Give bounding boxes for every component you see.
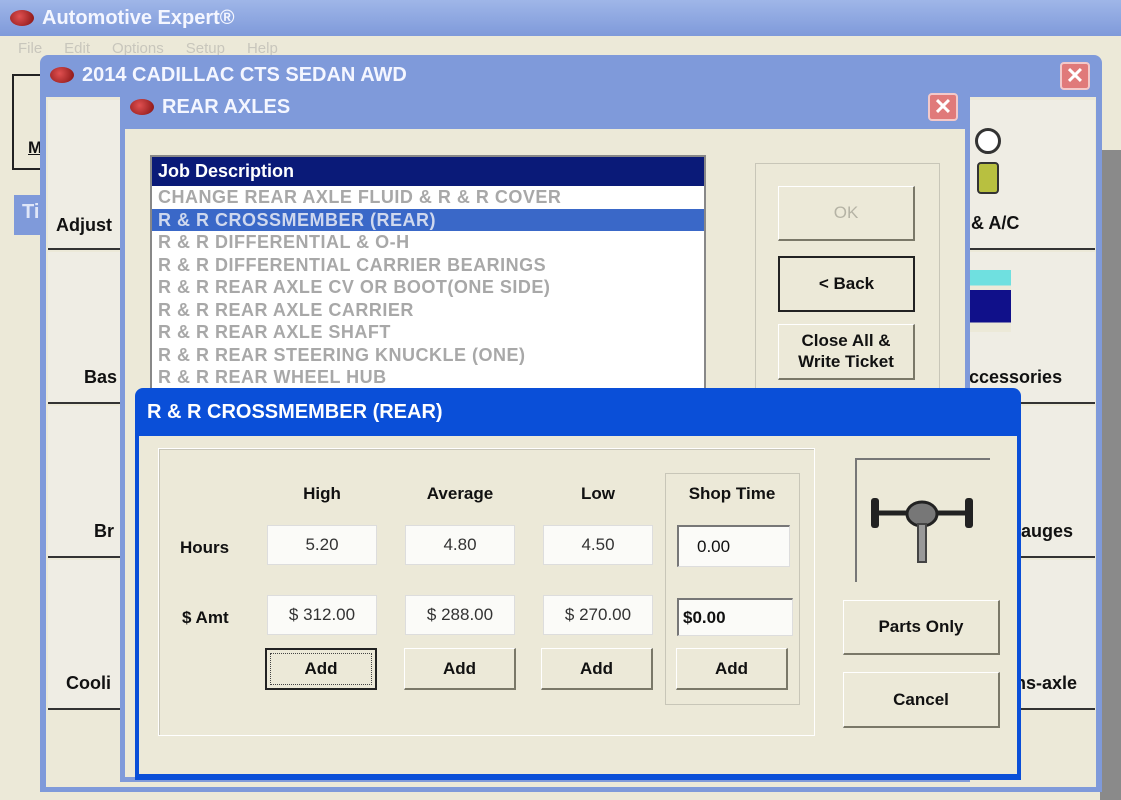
job-item[interactable]: CHANGE REAR AXLE FLUID & R & R COVER — [152, 186, 704, 209]
column-header-low: Low — [581, 484, 615, 503]
accessories-icon — [965, 270, 1011, 332]
app-title: Automotive Expert® — [42, 6, 235, 29]
shop-time-amount-input[interactable]: $0.00 — [677, 598, 793, 636]
menu-file[interactable]: File — [18, 40, 42, 57]
column-header-average: Average — [426, 484, 494, 503]
ok-button[interactable]: OK — [778, 186, 915, 241]
category-label: Adjust — [56, 215, 112, 235]
add-high-button[interactable]: Add — [265, 648, 377, 690]
high-amount-field: $ 312.00 — [267, 595, 377, 635]
category-accessories[interactable]: ccessories — [965, 252, 1095, 404]
gauge-icon — [975, 128, 1001, 154]
back-button[interactable]: < Back — [778, 256, 915, 312]
rear-axles-logo-icon — [130, 99, 154, 115]
category-basic[interactable]: Bas — [48, 252, 123, 404]
menu-options[interactable]: Options — [112, 40, 164, 57]
category-label: Cooli — [66, 673, 111, 693]
app-right-button[interactable] — [1100, 74, 1121, 154]
amount-label: $ Amt — [182, 608, 229, 627]
job-list[interactable]: Job Description CHANGE REAR AXLE FLUID &… — [150, 155, 706, 390]
job-list-header: Job Description — [152, 157, 704, 186]
parts-only-label: Parts Only — [878, 617, 964, 636]
add-low-button[interactable]: Add — [541, 648, 653, 690]
low-amount-field: $ 270.00 — [543, 595, 653, 635]
compressor-icon — [977, 162, 999, 194]
average-hours-field: 4.80 — [405, 525, 515, 565]
vehicle-logo-icon — [50, 67, 74, 83]
vehicle-close-button[interactable]: ✕ — [1060, 62, 1090, 90]
app-logo-icon — [10, 10, 34, 26]
average-amount-field: $ 288.00 — [405, 595, 515, 635]
vehicle-title: 2014 CADILLAC CTS SEDAN AWD — [82, 63, 407, 86]
category-label: ns-axle — [1015, 673, 1078, 693]
crossmember-title: R & R CROSSMEMBER (REAR) — [147, 400, 443, 423]
cancel-label: Cancel — [893, 689, 949, 709]
menu-help[interactable]: Help — [247, 40, 278, 57]
category-label: auges — [1021, 521, 1074, 541]
job-item[interactable]: R & R REAR AXLE CV OR BOOT(ONE SIDE) — [152, 276, 704, 299]
category-adjust[interactable]: Adjust — [48, 100, 123, 250]
category-label: Br — [94, 521, 115, 541]
column-header-high: High — [303, 484, 341, 503]
add-shop-time-button[interactable]: Add — [676, 648, 788, 690]
parts-only-button[interactable]: Parts Only — [843, 600, 1000, 655]
high-hours-field: 5.20 — [267, 525, 377, 565]
rear-axle-icon — [871, 498, 973, 563]
category-label: & A/C — [971, 213, 1020, 233]
add-average-button[interactable]: Add — [404, 648, 516, 690]
close-all-write-ticket-button[interactable]: Close All & Write Ticket — [778, 324, 915, 380]
cancel-button[interactable]: Cancel — [843, 672, 1000, 728]
rear-axle-picture — [855, 458, 990, 582]
app-right-dark — [1100, 150, 1121, 800]
menu-edit[interactable]: Edit — [64, 40, 90, 57]
shop-time-hours-input[interactable]: 0.00 — [677, 525, 790, 567]
menu-setup[interactable]: Setup — [186, 40, 225, 57]
category-cooling[interactable]: Cooli — [48, 560, 123, 710]
rear-axles-close-button[interactable]: ✕ — [928, 93, 958, 121]
job-item[interactable]: R & R REAR AXLE CARRIER — [152, 299, 704, 322]
category-label: ccessories — [969, 367, 1063, 387]
column-header-shop-time: Shop Time — [688, 484, 776, 503]
job-item[interactable]: R & R DIFFERENTIAL CARRIER BEARINGS — [152, 254, 704, 277]
category-brakes[interactable]: Br — [48, 406, 123, 558]
job-item[interactable]: R & R REAR AXLE SHAFT — [152, 321, 704, 344]
job-item-selected[interactable]: R & R CROSSMEMBER (REAR) — [152, 208, 704, 231]
app-titlebar: Automotive Expert® — [0, 0, 1121, 36]
low-hours-field: 4.50 — [543, 525, 653, 565]
category-heating-ac[interactable]: & A/C — [965, 100, 1095, 250]
hours-label: Hours — [180, 538, 230, 557]
job-item[interactable]: R & R REAR WHEEL HUB — [152, 366, 704, 388]
rear-axles-title: REAR AXLES — [162, 95, 291, 118]
category-label: Bas — [84, 367, 118, 387]
job-item[interactable]: R & R DIFFERENTIAL & O-H — [152, 231, 704, 254]
job-item[interactable]: R & R REAR STEERING KNUCKLE (ONE) — [152, 344, 704, 367]
